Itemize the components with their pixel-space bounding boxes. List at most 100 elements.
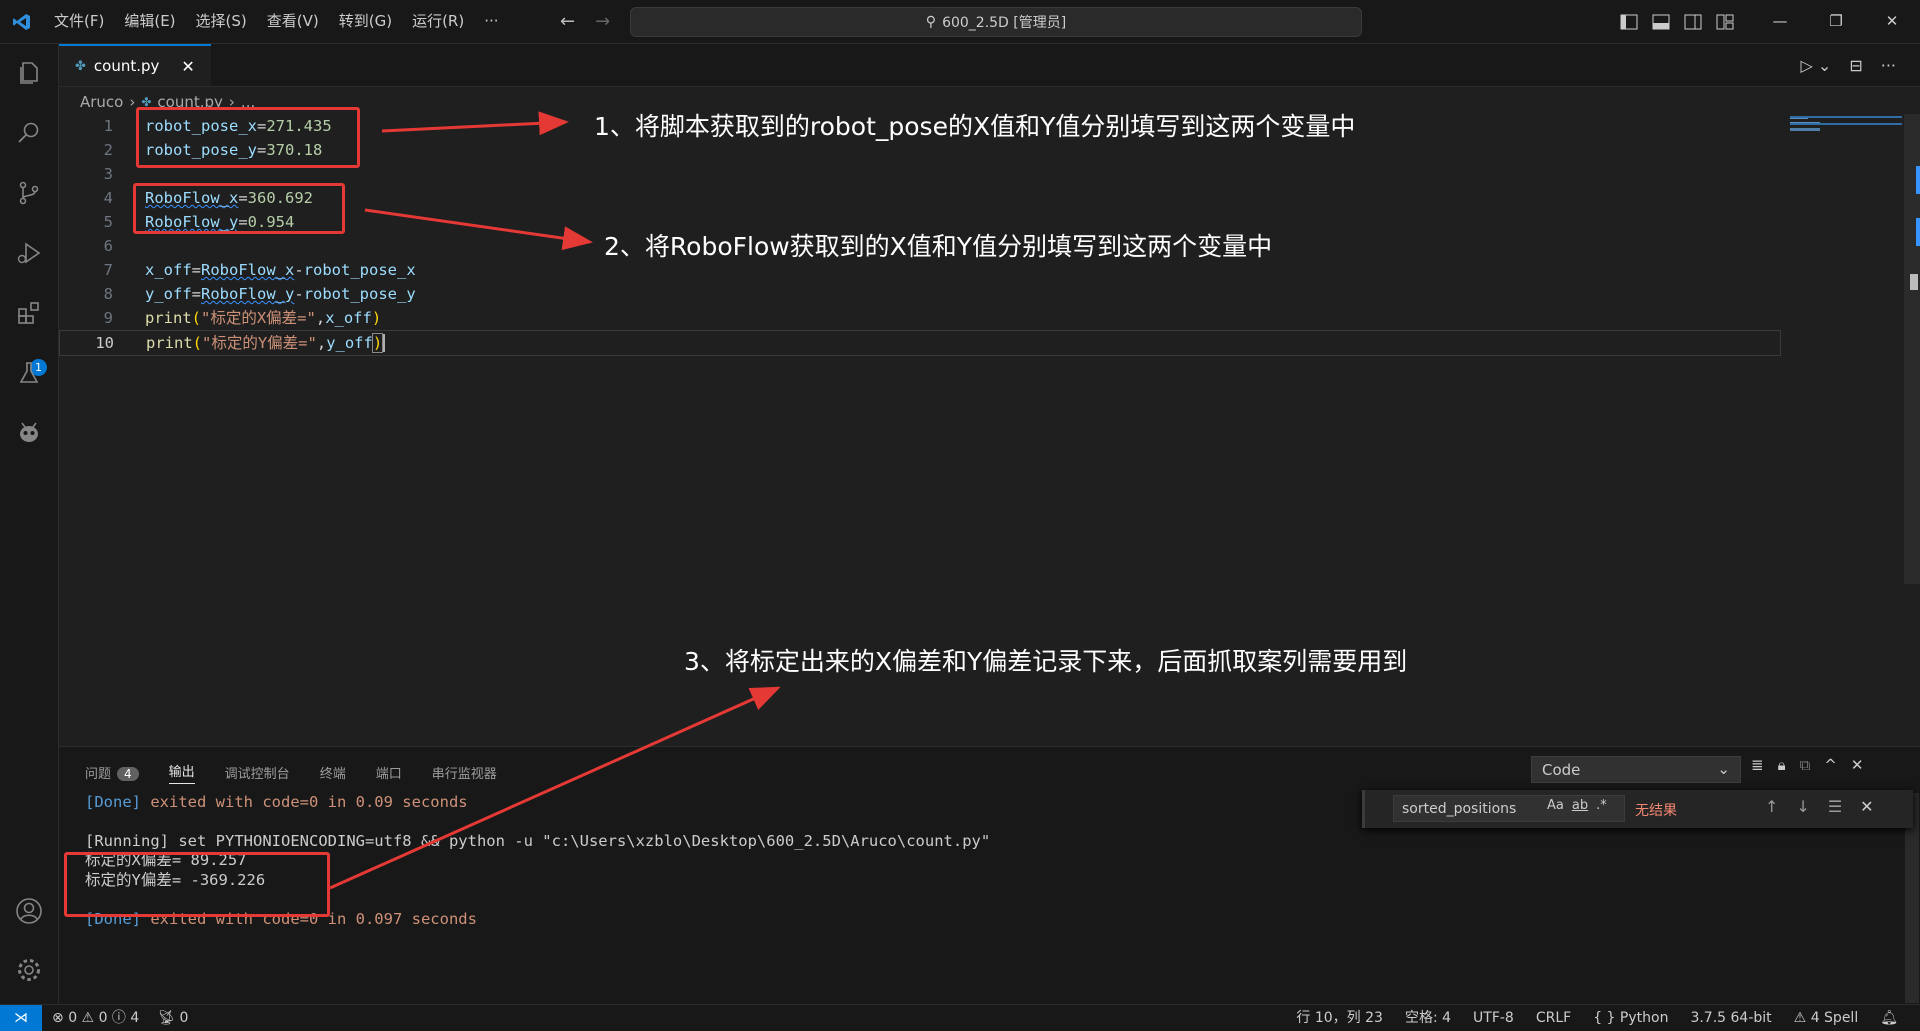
language-mode[interactable]: { } Python <box>1593 1005 1668 1031</box>
error-count: 0 <box>68 1010 78 1026</box>
previous-match-icon[interactable]: ↑ <box>1765 797 1778 816</box>
bottom-panel: 问题 4 输出 调试控制台 终端 端口 串行监视器 Code ⌄ ≣ 🔒︎ ⧉ ^… <box>59 746 1920 1005</box>
info-count: 4 <box>130 1010 140 1026</box>
tab-terminal[interactable]: 终端 <box>320 763 346 782</box>
vscode-logo-icon <box>0 0 44 43</box>
indentation[interactable]: 空格: 4 <box>1405 1005 1451 1031</box>
function-name: print <box>145 309 192 327</box>
editor-scrollbar[interactable] <box>1904 114 1920 584</box>
accounts-icon[interactable] <box>14 896 44 926</box>
line-number: 2 <box>103 141 113 159</box>
toggle-secondary-sidebar-icon[interactable] <box>1684 14 1702 30</box>
source-control-icon[interactable] <box>14 178 44 208</box>
extensions-icon[interactable] <box>14 298 44 328</box>
done-tag: [Done] <box>85 793 141 811</box>
find-widget: sorted_positions Aa ab .* 无结果 ↑ ↓ ☰ ✕ <box>1362 790 1913 828</box>
python-interpreter[interactable]: 3.7.5 64-bit <box>1690 1005 1771 1031</box>
close-tab-icon[interactable]: ✕ <box>181 57 194 76</box>
match-case-toggle[interactable]: Aa <box>1547 798 1564 813</box>
close-panel-icon[interactable]: ✕ <box>1851 756 1864 774</box>
code-line-current: 10 print("标定的Y偏差=",y_off) <box>59 330 1781 356</box>
text-cursor <box>383 334 386 352</box>
menu-edit[interactable]: 编辑(E) <box>114 0 185 43</box>
regex-toggle[interactable]: .* <box>1596 798 1607 813</box>
line-number: 4 <box>103 189 113 207</box>
command-center-search[interactable]: ⚲ 600_2.5D [管理员] <box>630 7 1362 37</box>
menu-file[interactable]: 文件(F) <box>44 0 114 43</box>
line-number: 6 <box>103 237 113 255</box>
lock-scroll-icon[interactable]: 🔒︎ <box>1778 756 1786 774</box>
toggle-panel-icon[interactable] <box>1652 14 1670 30</box>
maximize-panel-icon[interactable]: ^ <box>1824 756 1837 774</box>
platformio-alien-icon[interactable] <box>14 418 44 448</box>
tab-debug-console[interactable]: 调试控制台 <box>225 763 290 782</box>
next-match-icon[interactable]: ↓ <box>1796 797 1809 816</box>
remote-indicator-icon[interactable]: ⋊ <box>0 1005 42 1031</box>
minimap[interactable] <box>1790 114 1902 140</box>
function-name: print <box>146 334 193 352</box>
close-find-icon[interactable]: ✕ <box>1860 797 1873 816</box>
customize-layout-icon[interactable] <box>1716 14 1734 30</box>
tab-ports[interactable]: 端口 <box>376 763 402 782</box>
minimize-icon[interactable]: — <box>1752 0 1808 43</box>
tab-problems[interactable]: 问题 4 <box>85 763 139 782</box>
menu-selection[interactable]: 选择(S) <box>186 0 257 43</box>
menu-go[interactable]: 转到(G) <box>329 0 402 43</box>
split-editor-icon[interactable]: ⊟ <box>1849 56 1862 75</box>
panel-actions: ≣ 🔒︎ ⧉ ^ ✕ <box>1751 756 1863 774</box>
close-window-icon[interactable]: ✕ <box>1864 0 1920 43</box>
panel-tabs: 问题 4 输出 调试控制台 终端 端口 串行监视器 <box>85 761 497 784</box>
search-view-icon[interactable] <box>14 118 44 148</box>
problems-count-badge: 4 <box>117 767 139 781</box>
breadcrumb-folder[interactable]: Aruco <box>80 93 123 111</box>
clear-output-icon[interactable]: ≣ <box>1751 756 1764 774</box>
chevron-right-icon: › <box>129 93 136 111</box>
more-actions-icon[interactable]: ··· <box>1881 56 1896 75</box>
menu-bar: 文件(F) 编辑(E) 选择(S) 查看(V) 转到(G) 运行(R) ··· <box>44 0 509 43</box>
line-ending[interactable]: CRLF <box>1536 1005 1571 1031</box>
restore-icon[interactable]: ❐ <box>1808 0 1864 43</box>
spell-check[interactable]: ⚠ 4 Spell <box>1794 1005 1859 1031</box>
line-number: 3 <box>103 165 113 183</box>
settings-gear-icon[interactable] <box>14 955 44 985</box>
output-line: [Done] exited with code=0 in 0.09 second… <box>85 792 468 812</box>
line-number: 9 <box>103 309 113 327</box>
menu-more[interactable]: ··· <box>474 0 508 43</box>
variable: RoboFlow_x <box>201 261 295 279</box>
line-number: 1 <box>103 117 113 135</box>
output-text: exited with code=0 in 0.09 seconds <box>150 793 468 811</box>
menu-run[interactable]: 运行(R) <box>402 0 474 43</box>
window-controls: — ❐ ✕ <box>1752 0 1920 43</box>
status-left: ⊗ 0 ⚠ 0 ⓘ 4 📡︎ 0 <box>52 1005 188 1031</box>
find-in-selection-icon[interactable]: ☰ <box>1828 797 1842 816</box>
output-channel-select[interactable]: Code ⌄ <box>1531 756 1741 783</box>
menu-view[interactable]: 查看(V) <box>257 0 329 43</box>
run-and-debug-icon[interactable] <box>14 238 44 268</box>
testing-flask-icon[interactable] <box>14 358 44 388</box>
back-arrow-icon[interactable]: ← <box>560 11 575 32</box>
match-whole-word-toggle[interactable]: ab <box>1572 798 1588 813</box>
string-literal: "标定的Y偏差=" <box>202 334 317 352</box>
annotation-box-roboflow <box>133 183 345 234</box>
annotation-box-robot-pose <box>136 107 360 168</box>
forward-arrow-icon[interactable]: → <box>595 11 610 32</box>
activity-bar: 1 <box>0 44 59 1004</box>
tab-count-py[interactable]: ✤ count.py ✕ <box>59 44 211 86</box>
open-in-editor-icon[interactable]: ⧉ <box>1800 756 1811 774</box>
tab-serial-monitor[interactable]: 串行监视器 <box>432 763 497 782</box>
encoding[interactable]: UTF-8 <box>1473 1005 1514 1031</box>
problems-status[interactable]: ⊗ 0 ⚠ 0 ⓘ 4 <box>52 1005 139 1031</box>
notifications-bell-icon[interactable]: 🔔︎ <box>1880 1005 1898 1031</box>
status-bar: ⋊ ⊗ 0 ⚠ 0 ⓘ 4 📡︎ 0 行 10，列 23 空格: 4 UTF-8… <box>0 1004 1920 1031</box>
tab-output[interactable]: 输出 <box>168 761 195 784</box>
code-line: 9 print("标定的X偏差=",x_off) <box>59 306 1779 330</box>
ports-count: 0 <box>179 1010 189 1026</box>
tab-label: count.py <box>93 57 160 75</box>
line-number: 5 <box>103 213 113 231</box>
explorer-icon[interactable] <box>14 58 44 88</box>
toggle-primary-sidebar-icon[interactable] <box>1620 14 1638 30</box>
cursor-position[interactable]: 行 10，列 23 <box>1296 1005 1383 1031</box>
ports-status[interactable]: 📡︎ 0 <box>157 1005 188 1031</box>
run-python-file-icon[interactable]: ▷ ⌄ <box>1801 56 1832 75</box>
title-bar: 文件(F) 编辑(E) 选择(S) 查看(V) 转到(G) 运行(R) ··· … <box>0 0 1920 44</box>
